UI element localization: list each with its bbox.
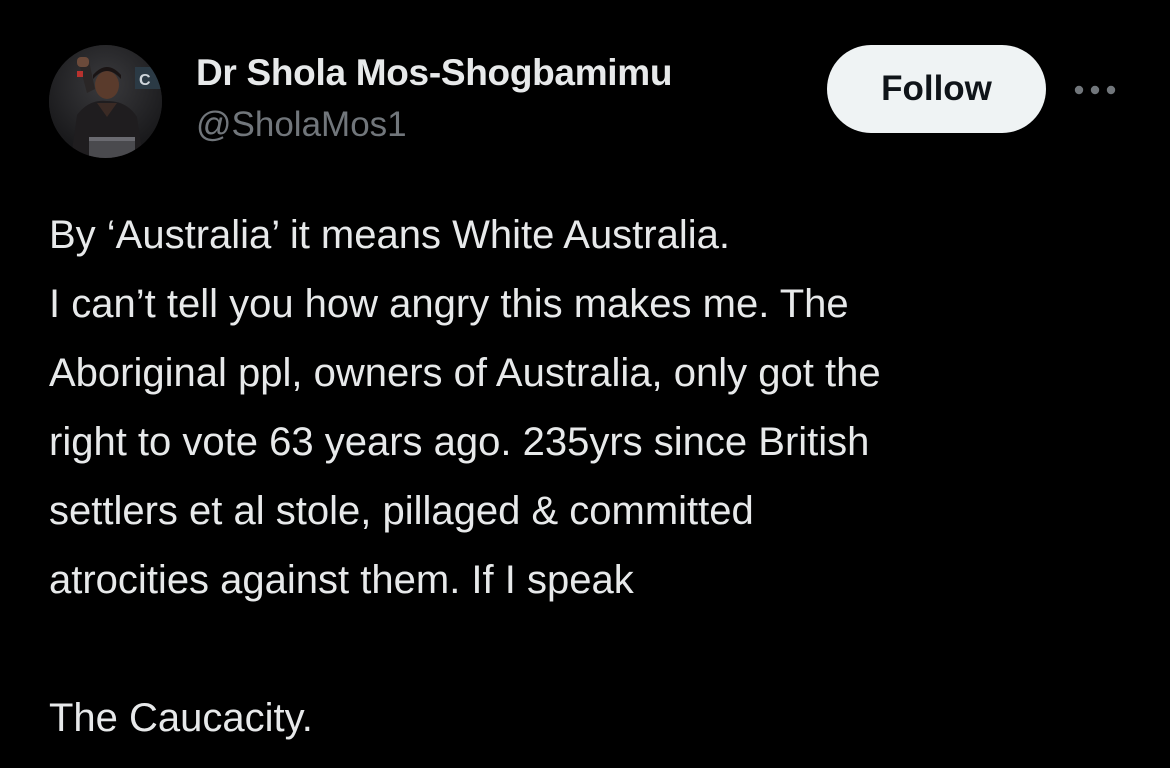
svg-text:C: C	[139, 72, 151, 89]
avatar-photo: C	[49, 45, 162, 158]
author-handle[interactable]: @SholaMos1	[196, 100, 672, 150]
more-options-button[interactable]	[1070, 70, 1120, 110]
author-block: Dr Shola Mos-Shogbamimu @SholaMos1	[196, 46, 672, 150]
author-display-name[interactable]: Dr Shola Mos-Shogbamimu	[196, 46, 672, 100]
tweet-text: By ‘Australia’ it means White Australia.…	[49, 201, 1139, 753]
tweet-text-line: atrocities against them. If I speak	[49, 558, 634, 602]
tweet-text-line: Aboriginal ppl, owners of Australia, onl…	[49, 351, 881, 395]
tweet-text-line: By ‘Australia’ it means White Australia.	[49, 213, 730, 257]
avatar[interactable]: C	[49, 45, 162, 158]
tweet-text-line: I can’t tell you how angry this makes me…	[49, 282, 849, 326]
tweet-card: C Dr Shola Mos-Shogbamimu @SholaMos1 Fol…	[0, 0, 1170, 768]
follow-button[interactable]: Follow	[827, 45, 1046, 133]
tweet-closing-line: The Caucacity.	[49, 696, 313, 740]
more-horizontal-icon	[1073, 84, 1117, 96]
tweet-text-line: settlers et al stole, pillaged & committ…	[49, 489, 754, 533]
tweet-text-line: right to vote 63 years ago. 235yrs since…	[49, 420, 870, 464]
